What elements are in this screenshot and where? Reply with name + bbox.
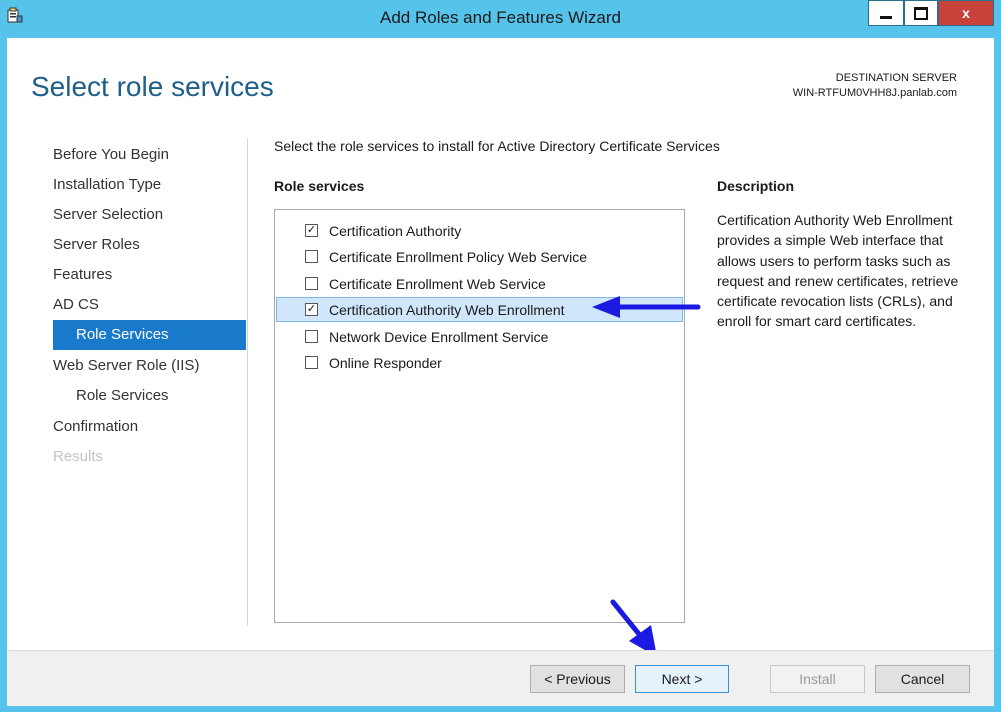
maximize-icon	[914, 6, 928, 20]
role-service-label: Certification Authority	[329, 222, 462, 239]
nav-step-results: Results	[53, 448, 104, 465]
role-service-checkbox[interactable]: ✓	[305, 224, 318, 237]
nav-step-ad-cs[interactable]: AD CS	[53, 290, 99, 320]
role-service-checkbox[interactable]	[305, 250, 318, 263]
nav-step-role-services-iis[interactable]: Role Services	[76, 381, 169, 411]
wizard-content: Select role services DESTINATION SERVER …	[7, 38, 994, 706]
nav-step-web-server-role[interactable]: Web Server Role (IIS)	[53, 351, 199, 381]
nav-step-server-selection[interactable]: Server Selection	[53, 200, 163, 230]
role-service-description: Certification Authority Web Enrollment p…	[717, 212, 959, 330]
window-title: Add Roles and Features Wizard	[380, 8, 621, 27]
destination-label: DESTINATION SERVER	[835, 72, 957, 84]
cancel-button[interactable]: Cancel	[875, 665, 970, 693]
destination-server-name: WIN-RTFUM0VHH8J.panlab.com	[792, 87, 957, 99]
nav-step-role-services-adcs[interactable]: Role Services	[53, 320, 246, 350]
role-service-checkbox[interactable]	[305, 356, 318, 369]
role-service-label: Certificate Enrollment Policy Web Servic…	[329, 248, 588, 265]
nav-step-installation-type[interactable]: Installation Type	[53, 170, 161, 200]
nav-step-features[interactable]: Features	[53, 260, 112, 290]
minimize-icon	[880, 15, 892, 19]
role-service-checkbox[interactable]: ✓	[305, 303, 318, 316]
previous-button[interactable]: < Previous	[530, 665, 625, 693]
close-icon: x	[962, 5, 970, 21]
nav-step-confirmation[interactable]: Confirmation	[53, 412, 138, 442]
role-service-checkbox[interactable]	[305, 330, 318, 343]
wizard-window: Add Roles and Features Wizard x Select r…	[0, 0, 1001, 712]
page-title: Select role services	[31, 71, 274, 102]
next-button[interactable]: Next >	[635, 665, 729, 693]
role-service-item[interactable]: Certificate Enrollment Policy Web Servic…	[276, 244, 683, 269]
role-service-item[interactable]: Network Device Enrollment Service	[276, 324, 683, 349]
close-button[interactable]: x	[938, 0, 994, 26]
role-services-heading: Role services	[274, 178, 365, 194]
role-service-label: Certificate Enrollment Web Service	[329, 275, 546, 292]
role-service-checkbox[interactable]	[305, 277, 318, 290]
nav-divider	[247, 138, 248, 626]
maximize-button[interactable]	[904, 0, 938, 26]
role-service-item[interactable]: Certificate Enrollment Web Service	[276, 271, 683, 296]
role-service-label: Network Device Enrollment Service	[329, 328, 549, 345]
role-service-item[interactable]: ✓ Certification Authority	[276, 218, 683, 243]
annotation-arrow-left-icon	[592, 296, 701, 318]
role-service-label: Certification Authority Web Enrollment	[329, 301, 565, 318]
description-heading: Description	[717, 178, 795, 194]
minimize-button[interactable]	[868, 0, 904, 26]
install-button: Install	[770, 665, 865, 693]
instruction-text: Select the role services to install for …	[274, 138, 720, 154]
nav-step-server-roles[interactable]: Server Roles	[53, 230, 140, 260]
role-service-item[interactable]: Online Responder	[276, 350, 683, 375]
nav-step-before-you-begin[interactable]: Before You Begin	[53, 140, 169, 170]
destination-server-info: DESTINATION SERVER WIN-RTFUM0VHH8J.panla…	[793, 71, 957, 101]
role-service-label: Online Responder	[329, 354, 442, 371]
title-bar[interactable]: Add Roles and Features Wizard x	[0, 0, 1001, 38]
role-services-list[interactable]: ✓ Certification Authority Certificate En…	[274, 209, 685, 623]
wizard-footer: < Previous Next > Install Cancel	[7, 650, 994, 706]
